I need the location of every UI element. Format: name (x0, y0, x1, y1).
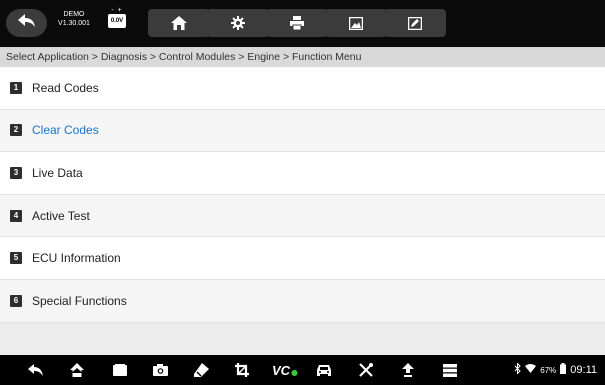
camera-icon[interactable] (150, 361, 170, 379)
menu-item-number: 6 (10, 294, 22, 307)
tools-icon[interactable] (356, 361, 376, 379)
home-icon (171, 16, 187, 30)
empty-area (0, 323, 605, 355)
battery-icon (560, 363, 567, 377)
menu-icon[interactable] (440, 361, 460, 379)
menu-item-number: 4 (10, 209, 22, 222)
menu-item-active-test[interactable]: 4 Active Test (0, 194, 605, 238)
battery-percent: 67% (540, 365, 557, 375)
system-navbar: VC 67% 09:11 (0, 355, 605, 385)
app-name: DEMO (63, 11, 85, 18)
menu-item-number: 2 (10, 124, 22, 137)
settings-icon (231, 16, 245, 30)
menu-item-number: 5 (10, 252, 22, 265)
breadcrumb: Select Application > Diagnosis > Control… (0, 47, 605, 67)
battery-terminals: - + (111, 7, 123, 14)
menu-item-number: 3 (10, 166, 22, 179)
home-icon[interactable] (67, 361, 87, 379)
vci-label: VC (272, 362, 291, 378)
menu-item-ecu-information[interactable]: 5 ECU Information (0, 237, 605, 280)
bluetooth-icon (514, 362, 521, 377)
update-icon[interactable] (398, 361, 418, 379)
status-area: 67% 09:11 (514, 362, 597, 377)
home-button[interactable] (148, 9, 210, 37)
battery-voltage-indicator: - + 0.0V (108, 7, 126, 33)
menu-item-live-data[interactable]: 3 Live Data (0, 152, 605, 195)
app-info: DEMO V1.30.001 (54, 10, 94, 28)
settings-button[interactable] (207, 9, 269, 37)
menu-item-label: ECU Information (32, 251, 121, 266)
car-icon[interactable] (314, 361, 334, 379)
screenshot-icon (349, 16, 363, 30)
eraser-icon[interactable] (191, 361, 211, 379)
edit-button[interactable] (384, 9, 446, 37)
back-icon[interactable] (26, 361, 46, 379)
print-icon (290, 16, 304, 30)
menu-item-label: Special Functions (32, 293, 127, 308)
screenshot-button[interactable] (325, 9, 387, 37)
menu-item-label: Clear Codes (32, 123, 99, 138)
menu-item-label: Live Data (32, 165, 83, 180)
clock: 09:11 (570, 364, 597, 376)
crop-icon[interactable] (232, 361, 252, 379)
recent-apps-icon[interactable] (110, 361, 130, 379)
menu-item-special-functions[interactable]: 6 Special Functions (0, 279, 605, 323)
menu-item-clear-codes[interactable]: 2 Clear Codes (0, 109, 605, 153)
menu-item-read-codes[interactable]: 1 Read Codes (0, 67, 605, 110)
menu-item-label: Read Codes (32, 80, 99, 95)
battery-voltage: 0.0V (108, 14, 126, 28)
vci-icon[interactable]: VC (272, 361, 298, 379)
wifi-icon (525, 364, 537, 376)
menu-item-label: Active Test (32, 208, 90, 223)
back-icon (17, 13, 36, 33)
edit-icon (408, 16, 422, 30)
app-version: V1.30.001 (58, 20, 90, 27)
menu-item-number: 1 (10, 81, 22, 94)
back-button[interactable] (6, 9, 47, 37)
top-toolbar: DEMO V1.30.001 - + 0.0V (0, 0, 605, 47)
print-button[interactable] (266, 9, 328, 37)
function-menu: 1 Read Codes 2 Clear Codes 3 Live Data 4… (0, 67, 605, 323)
